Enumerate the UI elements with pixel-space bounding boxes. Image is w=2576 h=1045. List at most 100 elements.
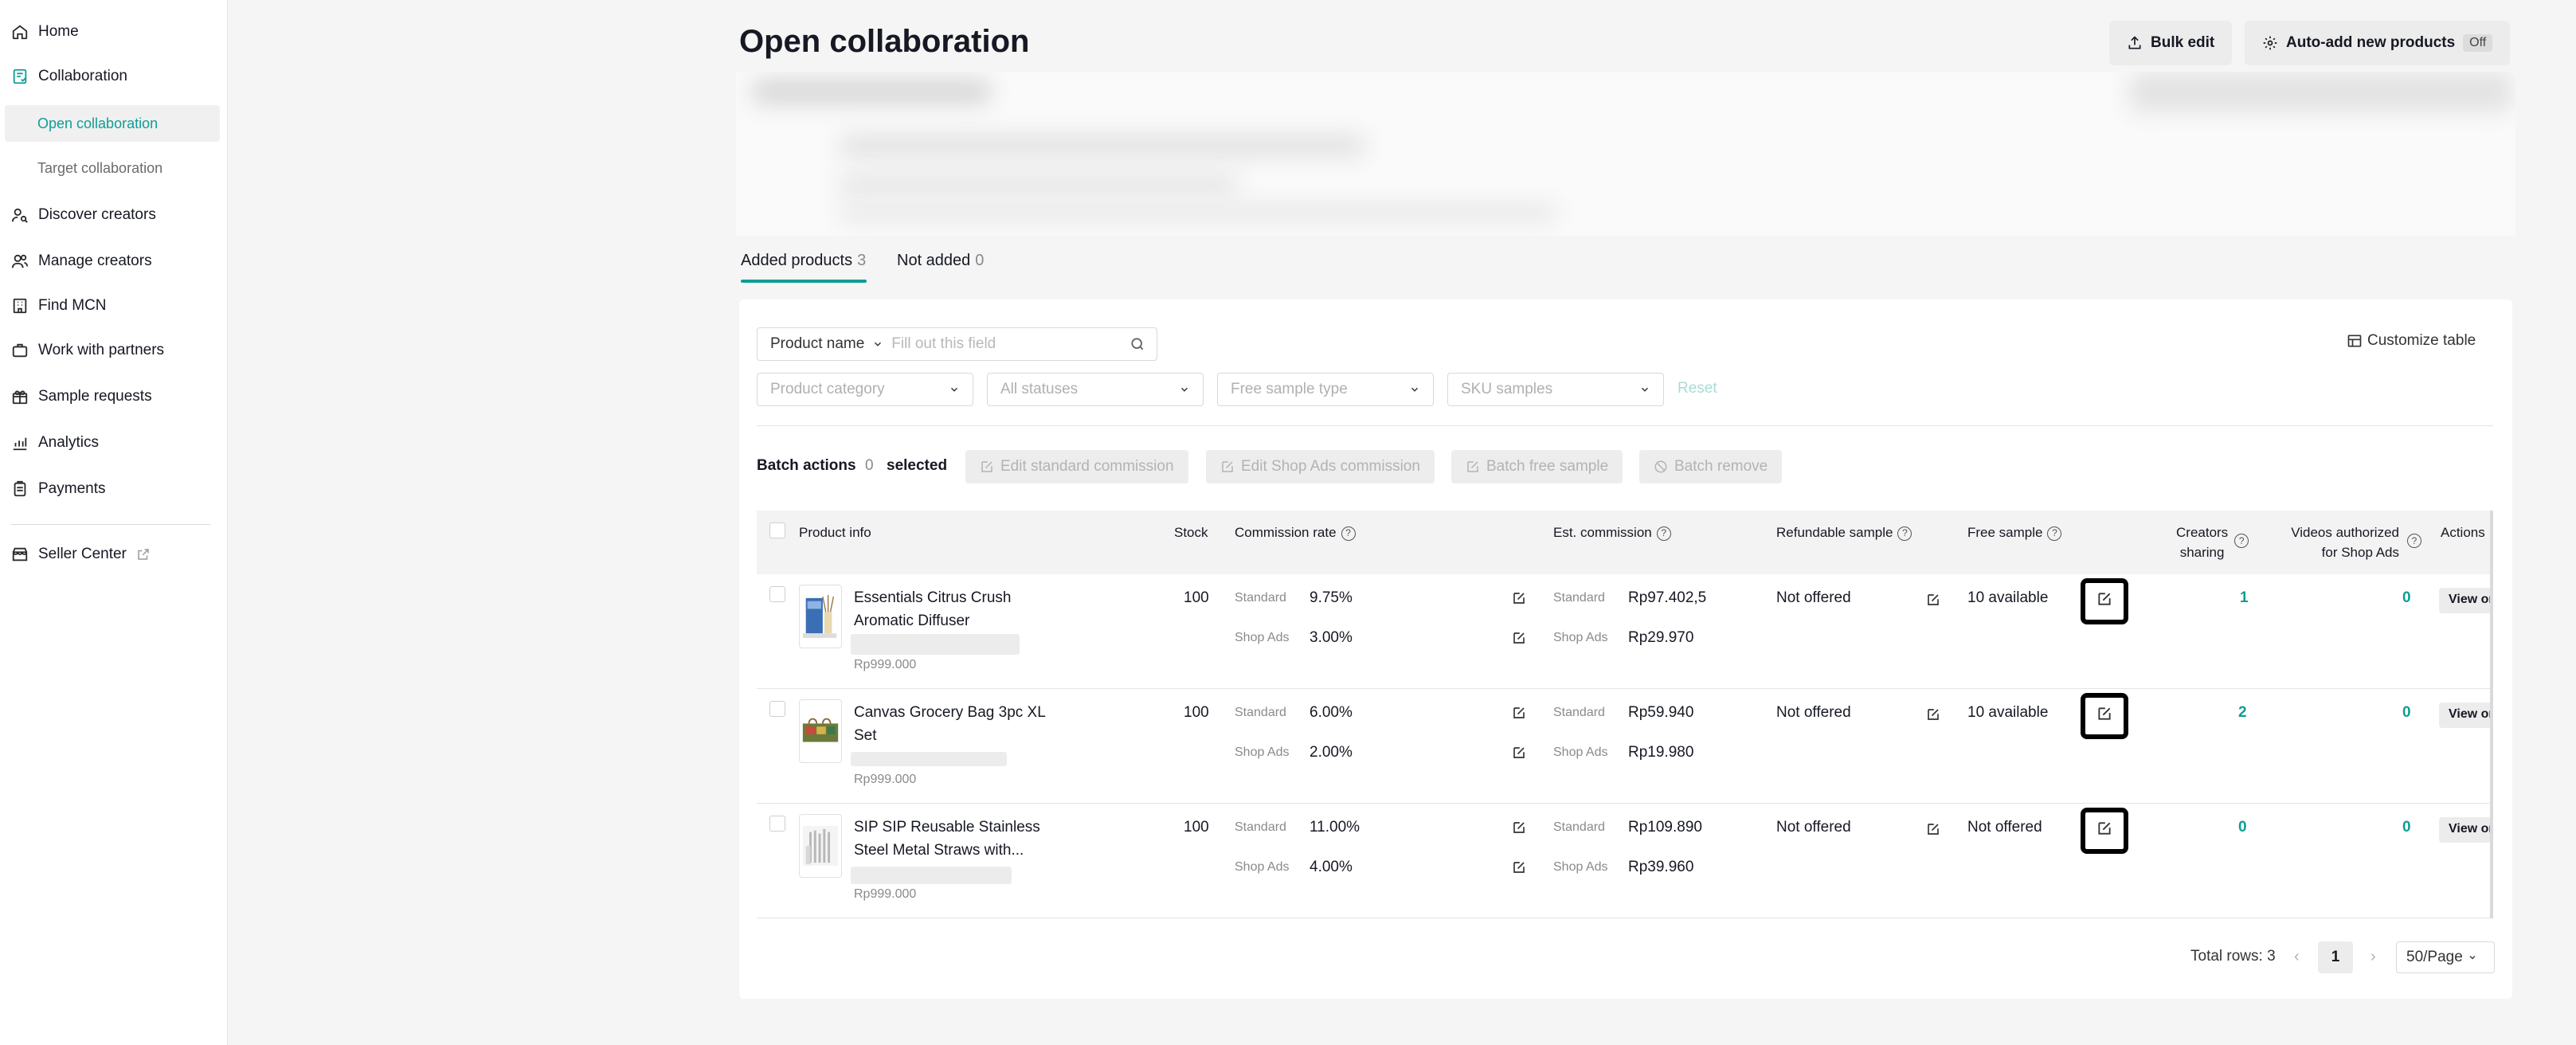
category-select[interactable]: Product category xyxy=(757,373,973,406)
status-label: All statuses xyxy=(1000,381,1079,397)
help-icon[interactable]: ? xyxy=(1341,526,1356,541)
standard-label: Standard xyxy=(1235,591,1286,605)
edit-icon[interactable] xyxy=(1512,820,1526,835)
sidebar-item-discover-creators[interactable]: Discover creators xyxy=(0,194,228,236)
videos-authorized-count[interactable]: 0 xyxy=(2402,589,2411,607)
view-button[interactable]: View or xyxy=(2439,703,2492,728)
edit-icon[interactable] xyxy=(1926,707,1940,722)
videos-authorized-count[interactable]: 0 xyxy=(2402,819,2411,836)
header-label: Refundable sample xyxy=(1776,525,1893,540)
creators-sharing-count[interactable]: 2 xyxy=(2238,704,2247,722)
videos-authorized-count[interactable]: 0 xyxy=(2402,704,2411,722)
header-free-sample: Free sample? xyxy=(1967,522,2062,542)
tab-label: Added products xyxy=(741,252,853,269)
search-type-select[interactable]: Product name xyxy=(758,328,891,360)
batch-actions-label: Batch actions xyxy=(757,457,856,474)
reset-button[interactable]: Reset xyxy=(1678,380,1717,397)
edit-shop-ads-commission-button[interactable]: Edit Shop Ads commission xyxy=(1206,450,1435,483)
free-sample-edit-button[interactable] xyxy=(2081,808,2128,854)
edit-standard-commission-button[interactable]: Edit standard commission xyxy=(965,450,1188,483)
sidebar-item-home[interactable]: Home xyxy=(0,11,228,53)
search-input[interactable] xyxy=(891,335,1115,353)
header-label: sharing xyxy=(2179,545,2225,560)
sidebar-item-target-collaboration[interactable]: Target collaboration xyxy=(5,150,220,186)
tab-not-added[interactable]: Not added 0 xyxy=(897,252,984,284)
help-icon[interactable]: ? xyxy=(2407,534,2421,548)
prev-page-icon[interactable]: ‹ xyxy=(2294,948,2300,966)
standard-rate: 11.00% xyxy=(1310,819,1360,836)
edit-icon[interactable] xyxy=(1512,860,1526,875)
free-sample-edit-button[interactable] xyxy=(2081,578,2128,624)
edit-icon xyxy=(1467,461,1478,472)
sidebar-item-sample-requests[interactable]: Sample requests xyxy=(0,376,228,417)
view-button[interactable]: View or xyxy=(2439,588,2492,613)
sku-samples-select[interactable]: SKU samples xyxy=(1447,373,1664,406)
header-label: Commission rate xyxy=(1235,525,1337,540)
auto-add-button[interactable]: Auto-add new products Off xyxy=(2245,21,2511,65)
product-name[interactable]: Canvas Grocery Bag 3pc XL Set xyxy=(854,701,1061,747)
creators-sharing-count[interactable]: 1 xyxy=(2240,589,2249,607)
row-checkbox[interactable] xyxy=(769,586,785,602)
free-sample-type-select[interactable]: Free sample type xyxy=(1217,373,1434,406)
tab-added-products[interactable]: Added products 3 xyxy=(741,252,866,284)
header-label: for Shop Ads xyxy=(2321,545,2399,560)
batch-free-sample-button[interactable]: Batch free sample xyxy=(1451,450,1623,483)
sidebar-item-work-with-partners[interactable]: Work with partners xyxy=(0,330,228,371)
product-thumbnail[interactable] xyxy=(799,814,842,878)
page-size-label: 50/Page xyxy=(2406,949,2463,965)
button-label: Batch remove xyxy=(1674,458,1768,475)
sidebar-item-payments[interactable]: Payments xyxy=(0,468,228,510)
select-all-checkbox[interactable] xyxy=(769,522,785,538)
status-select[interactable]: All statuses xyxy=(987,373,1204,406)
edit-icon[interactable] xyxy=(1926,593,1940,607)
product-thumbnail[interactable] xyxy=(799,585,842,648)
row-divider xyxy=(757,688,2493,689)
shop-ads-rate: 2.00% xyxy=(1310,744,1353,761)
standard-commission: Rp97.402,5 xyxy=(1628,589,1707,606)
batch-remove-button[interactable]: Batch remove xyxy=(1639,450,1783,483)
sidebar-item-seller-center[interactable]: Seller Center xyxy=(0,534,228,575)
sidebar-item-find-mcn[interactable]: Find MCN xyxy=(0,285,228,327)
customize-table-button[interactable]: Customize table xyxy=(2347,332,2476,350)
help-icon[interactable]: ? xyxy=(1656,526,1671,541)
product-thumbnail[interactable] xyxy=(799,699,842,763)
product-name[interactable]: Essentials Citrus Crush Aromatic Diffuse… xyxy=(854,586,1061,632)
sidebar-item-collaboration[interactable]: Collaboration xyxy=(0,56,228,97)
view-button[interactable]: View or xyxy=(2439,817,2492,843)
search-icon[interactable] xyxy=(1129,336,1145,352)
sidebar-item-open-collaboration[interactable]: Open collaboration xyxy=(5,105,220,142)
status-badge: Off xyxy=(2463,34,2493,52)
page-number-current[interactable]: 1 xyxy=(2318,941,2353,973)
edit-icon[interactable] xyxy=(1512,591,1526,605)
help-icon[interactable]: ? xyxy=(1897,526,1912,541)
stock-value: 100 xyxy=(1184,589,1209,606)
shop-ads-label: Shop Ads xyxy=(1235,631,1290,644)
sidebar-item-manage-creators[interactable]: Manage creators xyxy=(0,241,228,282)
next-page-icon[interactable]: › xyxy=(2370,948,2376,966)
edit-icon xyxy=(2098,707,2111,720)
header-refundable-sample: Refundable sample? xyxy=(1776,522,1912,542)
page-size-select[interactable]: 50/Page xyxy=(2396,941,2495,973)
row-checkbox[interactable] xyxy=(769,816,785,832)
edit-icon[interactable] xyxy=(1926,822,1940,836)
header-label: Creators xyxy=(2176,525,2229,540)
free-sample-edit-button[interactable] xyxy=(2081,693,2128,739)
refundable-sample-value: Not offered xyxy=(1776,589,1851,606)
chevron-down-icon xyxy=(1411,387,1419,392)
edit-icon[interactable] xyxy=(1512,746,1526,760)
button-label: Batch free sample xyxy=(1486,458,1609,475)
help-icon[interactable]: ? xyxy=(2047,526,2062,541)
sidebar-divider xyxy=(11,524,210,525)
product-name[interactable]: SIP SIP Reusable Stainless Steel Metal S… xyxy=(854,816,1061,862)
shop-ads-label: Shop Ads xyxy=(1553,631,1608,644)
standard-label: Standard xyxy=(1235,820,1286,834)
edit-icon[interactable] xyxy=(1512,631,1526,645)
edit-icon[interactable] xyxy=(1512,706,1526,720)
sidebar-item-label: Open collaboration xyxy=(37,115,159,131)
bulk-edit-button[interactable]: Bulk edit xyxy=(2109,21,2233,65)
row-checkbox[interactable] xyxy=(769,701,785,717)
header-label: Est. commission xyxy=(1553,525,1652,540)
creators-sharing-count[interactable]: 0 xyxy=(2238,819,2247,836)
auto-add-label: Auto-add new products xyxy=(2286,34,2456,51)
sidebar-item-analytics[interactable]: Analytics xyxy=(0,422,228,464)
